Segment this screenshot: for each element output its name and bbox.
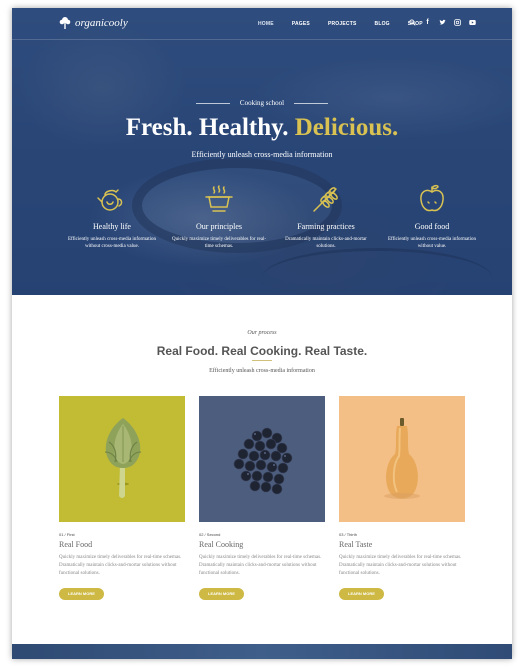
hero-eyebrow-row: Cooking school — [12, 99, 512, 107]
process-eyebrow: Our process — [247, 330, 277, 336]
feature-item: Good food Efficiently unleash cross-medi… — [382, 183, 482, 250]
instagram-icon[interactable] — [454, 19, 461, 26]
card-title[interactable]: Real Food — [59, 540, 185, 549]
logo[interactable]: organicooly — [58, 16, 128, 30]
menu-item-projects[interactable]: PROJECTS — [328, 21, 357, 27]
wheat-icon — [313, 187, 338, 212]
brand-name: organicooly — [75, 17, 128, 29]
search-icon[interactable] — [409, 19, 416, 26]
process-card: 02 / Second Real Cooking Quickly maximiz… — [199, 396, 325, 600]
divider-line — [294, 102, 329, 104]
card-title[interactable]: Real Taste — [339, 540, 465, 549]
card-tag: 01 / First — [59, 532, 75, 537]
card-title[interactable]: Real Cooking — [199, 540, 325, 549]
card-description: Quickly maximize timely deliverables for… — [199, 555, 322, 576]
tree-logo-icon — [59, 17, 71, 29]
divider-line — [195, 102, 230, 104]
page-frame: organicooly HOME PAGES PROJECTS BLOG SHO… — [12, 8, 512, 659]
feature-item: Healthy life Efficiently unleash cross-m… — [62, 183, 162, 250]
process-subtitle: Efficiently unleash cross-media informat… — [209, 368, 315, 374]
hero-eyebrow: Cooking school — [239, 99, 285, 107]
cooking-pot-icon — [205, 185, 233, 212]
twitter-icon[interactable] — [439, 19, 446, 26]
hero-title-accent: Delicious. — [294, 114, 399, 141]
facebook-icon[interactable]: f — [424, 19, 431, 26]
nav-icons: f — [409, 19, 476, 26]
hero-title-plain: Fresh. Healthy. — [125, 114, 289, 141]
hero-title: Fresh. Healthy. Delicious. — [12, 114, 512, 142]
blueberries-image[interactable] — [199, 396, 325, 522]
next-section-preview — [12, 644, 512, 659]
process-card: 01 / First Real Food Quickly maximize ti… — [59, 396, 185, 600]
process-divider — [252, 360, 272, 361]
teapot-icon — [97, 189, 123, 211]
artichoke-image[interactable] — [59, 396, 185, 522]
feature-title: Healthy life — [93, 222, 131, 231]
card-tag: 03 / Thirth — [339, 532, 357, 537]
feature-description: Efficiently unleash cross-media informat… — [387, 237, 477, 249]
hero-subtitle: Efficiently unleash cross-media informat… — [191, 150, 333, 159]
feature-description: Efficiently unleash cross-media informat… — [67, 237, 157, 249]
feature-title: Our principles — [196, 222, 242, 231]
artichoke-illustration — [104, 418, 142, 498]
menu-item-pages[interactable]: PAGES — [292, 21, 310, 27]
butternut-squash-illustration — [384, 418, 420, 499]
apple-icon — [420, 184, 444, 212]
feature-description: Quickly maximize timely deliverables for… — [172, 237, 266, 249]
top-navigation: organicooly HOME PAGES PROJECTS BLOG SHO… — [12, 8, 512, 40]
learn-more-button[interactable]: LEARN MORE — [59, 588, 104, 600]
feature-description: Dramatically maintain clicks-and-mortar … — [285, 237, 367, 249]
feature-item: Our principles Quickly maximize timely d… — [169, 183, 269, 250]
feature-item: Farming practices Dramatically maintain … — [276, 183, 376, 250]
menu-item-blog[interactable]: BLOG — [375, 21, 390, 27]
menu-item-home[interactable]: HOME — [258, 21, 274, 27]
learn-more-button[interactable]: LEARN MORE — [339, 588, 384, 600]
hero-section: organicooly HOME PAGES PROJECTS BLOG SHO… — [12, 8, 512, 295]
butternut-squash-image[interactable] — [339, 396, 465, 522]
feature-title: Farming practices — [297, 222, 355, 231]
blueberries-illustration — [233, 427, 293, 495]
card-description: Quickly maximize timely deliverables for… — [59, 555, 182, 576]
feature-title: Good food — [414, 222, 450, 231]
youtube-icon[interactable] — [469, 19, 476, 26]
learn-more-button[interactable]: LEARN MORE — [199, 588, 244, 600]
process-card: 03 / Thirth Real Taste Quickly maximize … — [339, 396, 465, 600]
card-tag: 02 / Second — [199, 532, 221, 537]
card-description: Quickly maximize timely deliverables for… — [339, 555, 462, 576]
feature-list: Healthy life Efficiently unleash cross-m… — [62, 183, 482, 273]
process-title: Real Food. Real Cooking. Real Taste. — [156, 344, 368, 358]
